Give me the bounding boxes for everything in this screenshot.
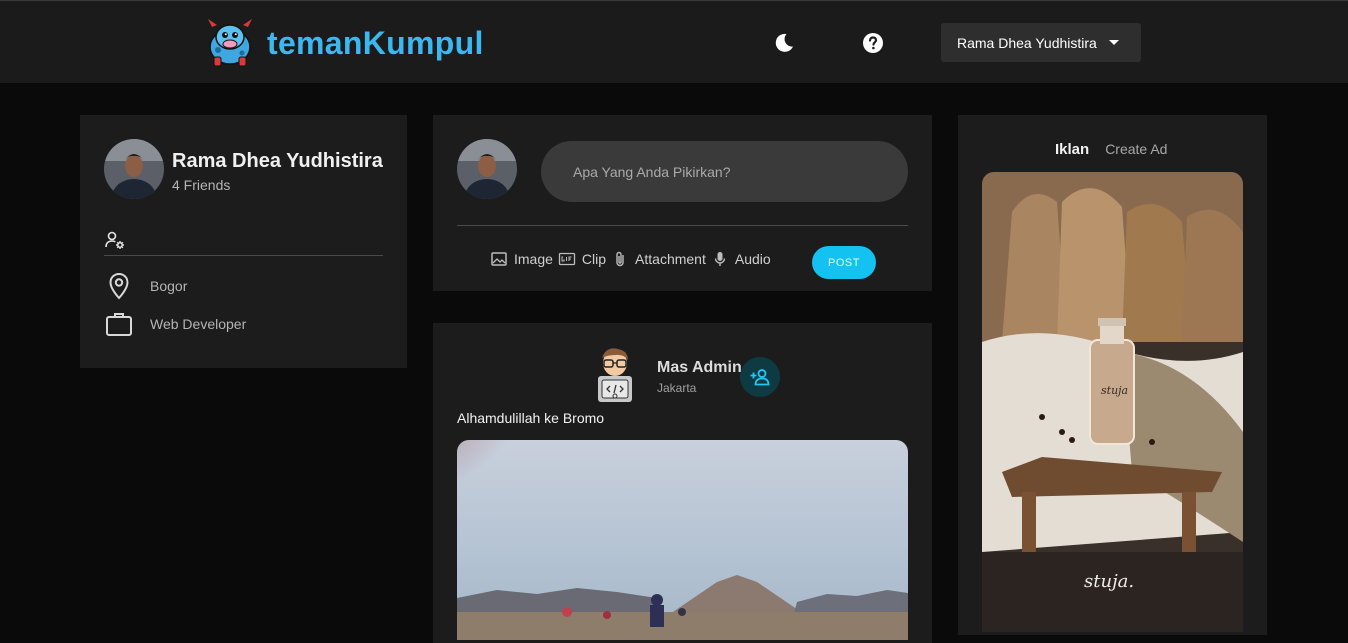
post-photo-bromo[interactable] xyxy=(457,440,908,640)
caret-down-icon xyxy=(1109,40,1119,45)
occupation-row: Web Developer xyxy=(104,309,246,339)
add-friend-icon xyxy=(750,369,770,386)
brand-name: temanKumpul xyxy=(267,24,484,61)
attach-file-button[interactable]: Attachment xyxy=(611,250,706,268)
post-text: Alhamdulillah ke Bromo xyxy=(457,410,605,426)
attach-image-label: Image xyxy=(514,251,553,267)
moon-icon[interactable] xyxy=(772,31,796,55)
post-button[interactable]: POST xyxy=(812,246,876,279)
user-settings-icon[interactable] xyxy=(105,230,125,250)
friends-count[interactable]: 4 Friends xyxy=(172,177,230,193)
svg-text:stuja: stuja xyxy=(1101,384,1128,397)
profile-divider xyxy=(104,255,383,256)
tab-create-ad[interactable]: Create Ad xyxy=(1105,141,1167,158)
ads-panel: Iklan Create Ad stuja stuja. xyxy=(958,115,1267,635)
post-author-location: Jakarta xyxy=(657,381,697,395)
status-input[interactable]: Apa Yang Anda Pikirkan? xyxy=(541,141,908,202)
tab-iklan[interactable]: Iklan xyxy=(1055,141,1089,158)
location-pin-icon xyxy=(109,272,129,300)
top-navbar: temanKumpul Rama Dhea Yudhistira xyxy=(0,0,1348,83)
user-menu-dropdown[interactable]: Rama Dhea Yudhistira xyxy=(941,23,1141,62)
ad-brand-mark: stuja. xyxy=(1084,571,1134,592)
attach-clip-label: Clip xyxy=(581,251,607,267)
add-friend-button[interactable] xyxy=(740,357,780,397)
occupation-text: Web Developer xyxy=(150,316,247,332)
image-icon xyxy=(491,252,507,266)
location-text: Bogor xyxy=(150,278,188,294)
ads-tabs: Iklan Create Ad xyxy=(1055,141,1167,158)
briefcase-icon xyxy=(106,313,132,336)
cow-mascot-icon xyxy=(208,19,252,67)
post-author-name[interactable]: Mas Admin xyxy=(657,359,742,377)
microphone-icon xyxy=(714,252,726,266)
brand-logo[interactable]: temanKumpul xyxy=(204,17,484,69)
attach-image-button[interactable]: Image xyxy=(490,250,553,268)
gif-icon xyxy=(558,252,576,266)
attach-audio-button[interactable]: Audio xyxy=(711,250,771,268)
profile-card: Rama Dhea Yudhistira 4 Friends Bogor Web… xyxy=(80,115,407,368)
paperclip-icon xyxy=(616,251,624,267)
location-row: Bogor xyxy=(104,271,187,301)
post-composer: Apa Yang Anda Pikirkan? Image Clip Attac… xyxy=(433,115,932,291)
attachment-bar: Image Clip Attachment Audio xyxy=(490,250,776,268)
profile-name[interactable]: Rama Dhea Yudhistira xyxy=(172,150,383,173)
admin-avatar[interactable] xyxy=(590,346,640,402)
user-menu-label: Rama Dhea Yudhistira xyxy=(957,34,1097,51)
attach-file-label: Attachment xyxy=(635,251,706,267)
composer-divider xyxy=(457,225,908,226)
help-icon[interactable] xyxy=(861,31,885,55)
ad-image-coffee[interactable]: stuja stuja. xyxy=(982,172,1243,632)
profile-avatar[interactable] xyxy=(104,139,164,199)
attach-clip-button[interactable]: Clip xyxy=(558,250,606,268)
attach-audio-label: Audio xyxy=(734,251,771,267)
composer-avatar xyxy=(457,139,517,199)
feed-post: Mas Admin Jakarta Alhamdulillah ke Bromo xyxy=(433,323,932,643)
